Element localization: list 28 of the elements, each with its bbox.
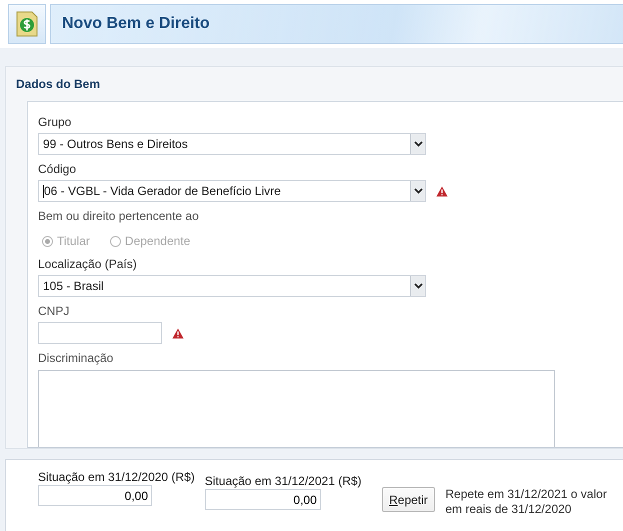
- chevron-down-icon: [414, 141, 422, 147]
- field-label: Situação em 31/12/2021 (R$): [204, 474, 362, 488]
- field-label: CNPJ: [38, 303, 70, 319]
- input-field[interactable]: 0,00: [204, 489, 321, 510]
- dropdown-button[interactable]: [410, 181, 425, 201]
- dropdown-value: 105 - Brasil: [43, 278, 104, 295]
- field-label: Situação em 31/12/2020 (R$): [38, 470, 195, 484]
- section-title: Dados do Bem: [16, 77, 102, 91]
- dropdown-button[interactable]: [410, 134, 425, 154]
- dropdown[interactable]: 105 - Brasil: [38, 275, 426, 297]
- dropdown[interactable]: 99 - Outros Bens e Direitos: [38, 133, 426, 155]
- field-label: Código: [38, 161, 78, 177]
- field-label: Localização (País): [38, 256, 138, 272]
- chevron-down-icon: [414, 188, 422, 194]
- input-field[interactable]: [38, 322, 162, 344]
- input-field[interactable]: 0,00: [38, 485, 152, 506]
- chevron-down-icon: [414, 283, 422, 289]
- field-label: Grupo: [38, 114, 72, 130]
- money-document-icon: [16, 11, 38, 37]
- page-title: Novo Bem e Direito: [62, 15, 210, 33]
- repeat-note: Repete em 31/12/2021 o valor em reais de 31/12/2020: [445, 487, 608, 517]
- repeat-button[interactable]: Repetir: [382, 487, 436, 512]
- dropdown-value: 99 - Outros Bens e Direitos: [43, 136, 188, 153]
- dropdown-value: 06 - VGBL - Vida Gerador de Benefício Livre: [44, 183, 281, 200]
- field-label: Bem ou direito pertencente ao: [38, 208, 200, 224]
- dropdown[interactable]: 06 - VGBL - Vida Gerador de Benefício Livre: [38, 180, 426, 202]
- field-label: Discriminação: [38, 350, 114, 366]
- dropdown-button[interactable]: [410, 276, 425, 296]
